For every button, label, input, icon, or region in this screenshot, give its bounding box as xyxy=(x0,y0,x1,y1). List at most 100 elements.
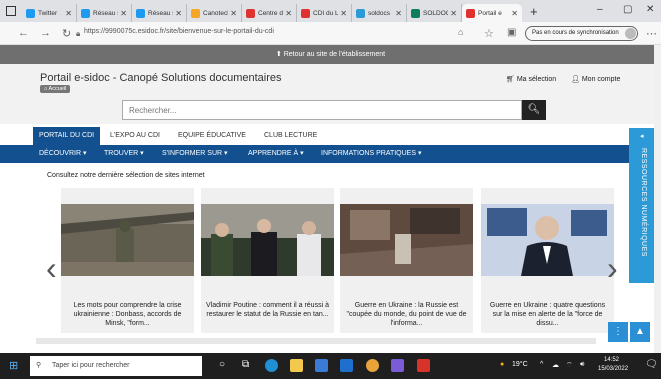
sync-button[interactable]: Pas en cours de synchronisation xyxy=(525,26,638,41)
new-tab-button[interactable]: + xyxy=(530,4,538,19)
info-button[interactable]: ⋮ xyxy=(608,322,628,342)
browser-tab[interactable]: Centre de✕ xyxy=(242,4,297,22)
site-header: Portail e-sidoc - Canopé Solutions docum… xyxy=(0,64,661,124)
reader-icon[interactable]: ⌂ xyxy=(458,27,463,37)
tab-portail-du-cdi[interactable]: PORTAIL DU CDI xyxy=(33,127,101,145)
tab-close-icon[interactable]: ✕ xyxy=(450,9,457,18)
tab-title: Twitter xyxy=(38,9,58,17)
url-field[interactable]: https://9990075c.esidoc.fr/site/bienvenu… xyxy=(84,28,274,35)
browser-tab[interactable]: Twitter ✕ xyxy=(22,4,77,22)
sync-label: Pas en cours de synchronisation xyxy=(532,30,619,36)
horizontal-scrollbar[interactable] xyxy=(36,338,596,344)
menu-apprendre-a[interactable]: APPRENDRE À ▾ xyxy=(248,145,304,163)
carousel-prev-icon[interactable]: ‹ xyxy=(46,250,57,287)
search-icon: ⚲ xyxy=(36,362,42,369)
tab-title: Canotech xyxy=(203,9,229,17)
tab-close-icon[interactable]: ✕ xyxy=(511,9,518,18)
tab-title: Réseau s xyxy=(93,9,119,17)
tab-title: CDI du L xyxy=(313,9,339,17)
browser-tab[interactable]: CDI du L ✕ xyxy=(297,4,352,22)
card-image xyxy=(340,204,473,276)
tab-favicon-icon xyxy=(411,8,420,18)
ma-selection-label: Ma sélection xyxy=(516,76,557,83)
basket-icon: 🛒︎ xyxy=(506,76,517,83)
tab-close-icon[interactable]: ✕ xyxy=(230,9,237,18)
search-button[interactable]: 🔍︎ xyxy=(522,100,546,120)
tray-chevron-icon[interactable]: ^ xyxy=(540,361,543,368)
taskbar-search-placeholder: Taper ici pour rechercher xyxy=(52,362,130,369)
tab-equipe-educative[interactable]: EQUIPE ÉDUCATIVE xyxy=(172,127,252,145)
browser-tab[interactable]: Réseau s ✕ xyxy=(132,4,187,22)
scroll-top-button[interactable]: ▲ xyxy=(630,322,650,342)
browser-tab[interactable]: Portail e ✕ xyxy=(462,4,522,22)
mon-compte-link[interactable]: 👤︎ Mon compte xyxy=(571,75,620,83)
browser-tab[interactable]: SOLDOC ✕ xyxy=(407,4,462,22)
retour-bar[interactable]: ⬆ Retour au site de l'établissement xyxy=(0,45,661,64)
pdf-icon[interactable] xyxy=(417,359,430,372)
network-icon[interactable]: ☁ xyxy=(552,361,559,369)
retour-link[interactable]: Retour au site de l'établissement xyxy=(284,51,385,58)
browser-tab[interactable]: soldocs ✕ xyxy=(352,4,407,22)
tab-close-icon[interactable]: ✕ xyxy=(285,9,292,18)
widgets-icon[interactable]: ⧉ xyxy=(242,359,249,370)
notification-icon[interactable]: 🗨︎ xyxy=(645,359,658,370)
task-view-icon[interactable]: ○ xyxy=(219,359,225,370)
edge-icon[interactable] xyxy=(265,359,278,372)
carousel-card[interactable]: Guerre en Ukraine : la Russie est "coupé… xyxy=(340,188,473,333)
tab-club-lecture[interactable]: CLUB LECTURE xyxy=(258,127,323,145)
carousel-card[interactable]: Les mots pour comprendre la crise ukrain… xyxy=(61,188,194,333)
refresh-icon[interactable]: ↻ xyxy=(62,27,71,40)
browser-tab[interactable]: Canotech ✕ xyxy=(187,4,242,22)
file-explorer-icon[interactable] xyxy=(290,359,303,372)
search-input[interactable] xyxy=(122,100,522,120)
carousel-card[interactable]: Vladimir Poutine : comment il a réussi à… xyxy=(201,188,334,333)
tab-actions-icon[interactable] xyxy=(6,6,16,16)
menu-informations-pratiques[interactable]: INFORMATIONS PRATIQUES ▾ xyxy=(321,145,421,163)
vertical-scrollbar[interactable] xyxy=(654,45,661,353)
menu-decouvrir[interactable]: DÉCOUVRIR ▾ xyxy=(39,145,86,163)
carousel-card[interactable]: Guerre en Ukraine : quatre questions sur… xyxy=(481,188,614,333)
taskbar-search[interactable]: ⚲ Taper ici pour rechercher xyxy=(30,356,202,376)
menu-trouver[interactable]: TROUVER ▾ xyxy=(104,145,144,163)
collections-icon[interactable]: ▣ xyxy=(507,27,516,38)
tab-close-icon[interactable]: ✕ xyxy=(120,9,127,18)
more-menu-icon[interactable]: ⋯ xyxy=(646,27,657,40)
teams-icon[interactable] xyxy=(391,359,404,372)
close-window-icon[interactable]: ✕ xyxy=(646,4,654,15)
menu-s-informer-sur[interactable]: S'INFORMER SUR ▾ xyxy=(162,145,228,163)
page-title: Portail e-sidoc - Canopé Solutions docum… xyxy=(40,72,282,84)
browser-tab-strip: Twitter ✕ Réseau s ✕ Réseau s ✕ Canotech ✕ Centr… xyxy=(0,0,661,22)
windows-start-icon[interactable]: ⊞ xyxy=(9,359,18,372)
back-icon[interactable]: ← xyxy=(18,27,29,39)
store-icon[interactable] xyxy=(315,359,328,372)
user-icon: 👤︎ xyxy=(571,76,582,83)
minimize-icon[interactable]: – xyxy=(597,4,603,15)
card-image xyxy=(201,204,334,276)
clock-date[interactable]: 15/03/2022 xyxy=(598,366,628,372)
carousel-next-icon[interactable]: › xyxy=(607,250,618,287)
clock-time[interactable]: 14:52 xyxy=(604,357,619,363)
tab-close-icon[interactable]: ✕ xyxy=(395,9,402,18)
weather-temp[interactable]: 19°C xyxy=(512,361,528,368)
browser-tab[interactable]: Réseau s ✕ xyxy=(77,4,132,22)
tab-close-icon[interactable]: ✕ xyxy=(175,9,182,18)
breadcrumb-home[interactable]: Accueil xyxy=(49,86,67,92)
maximize-icon[interactable]: ▢ xyxy=(623,4,632,15)
tab-favicon-icon xyxy=(301,8,310,18)
tab-close-icon[interactable]: ✕ xyxy=(65,9,72,18)
ma-selection-link[interactable]: 🛒︎ Ma sélection xyxy=(506,75,556,83)
mail-icon[interactable] xyxy=(340,359,353,372)
forward-icon[interactable]: → xyxy=(40,27,51,39)
tab-expo-au-cdi[interactable]: L'EXPO AU CDI xyxy=(104,127,166,145)
tab-title: Réseau s xyxy=(148,9,174,17)
wifi-icon[interactable]: ⌔ xyxy=(566,361,573,370)
chrome-icon[interactable] xyxy=(366,359,379,372)
breadcrumb[interactable]: ⌂ Accueil xyxy=(40,85,71,93)
favorite-star-icon[interactable]: ☆ xyxy=(484,27,494,40)
volume-icon[interactable]: 🔊︎ xyxy=(580,361,584,369)
tab-close-icon[interactable]: ✕ xyxy=(340,9,347,18)
card-caption: Guerre en Ukraine : la Russie est "coupé… xyxy=(346,302,467,327)
mon-compte-label: Mon compte xyxy=(581,76,621,83)
card-image xyxy=(481,204,614,276)
card-image xyxy=(61,204,194,276)
